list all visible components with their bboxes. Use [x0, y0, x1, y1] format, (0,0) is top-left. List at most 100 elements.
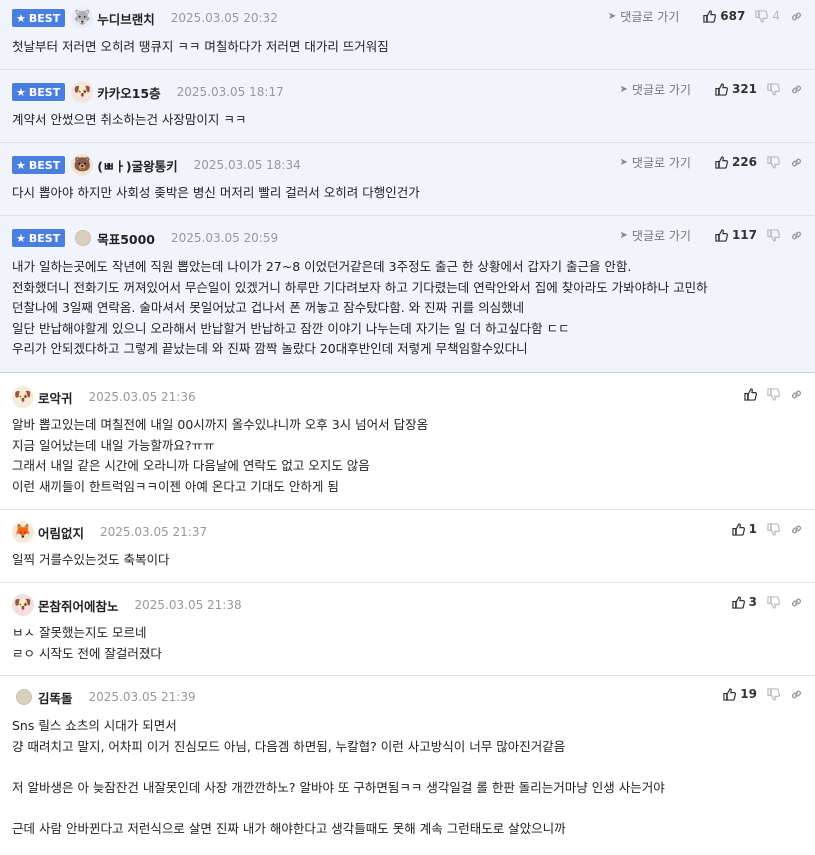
dislike-button[interactable]: 4	[755, 9, 780, 23]
send-arrow-icon: ➤	[607, 10, 617, 22]
comment-date: 2025.03.05 18:17	[176, 85, 284, 99]
comment-date: 2025.03.05 18:34	[193, 158, 301, 172]
author-nick[interactable]: 카카오15층	[97, 83, 160, 102]
like-button[interactable]: 687	[703, 9, 745, 23]
link-icon	[791, 85, 802, 93]
comment-item: 김똑돌 2025.03.05 21:39 19 Sns 릴스 쇼츠의 시대가 되…	[0, 676, 815, 855]
like-button[interactable]: 321	[715, 82, 757, 96]
comment-body: 일찍 거를수있는것도 축복이다	[12, 552, 170, 567]
comment-item: 🐶 로악귀 2025.03.05 21:36 알바 뽑고있는데 며칠전에 내일 …	[0, 373, 815, 510]
thumbs-down-icon	[755, 9, 769, 23]
comment-body: Sns 릴스 쇼츠의 시대가 되면서 걍 때려치고 말지, 어차피 이거 진심모…	[12, 718, 665, 836]
share-link-button[interactable]	[790, 156, 803, 169]
goto-reply-link[interactable]: ➤ 댓글로 가기	[608, 8, 679, 25]
share-link-button[interactable]	[790, 523, 803, 536]
thumbs-down-icon	[767, 387, 780, 401]
star-icon: ★	[16, 158, 26, 172]
best-badge: ★ BEST	[12, 156, 66, 174]
author-nick[interactable]: 목표5000	[97, 229, 155, 248]
send-arrow-icon: ➤	[619, 83, 628, 95]
dislike-button[interactable]	[767, 687, 780, 701]
like-button[interactable]	[744, 387, 757, 401]
comment-date: 2025.03.05 21:38	[134, 598, 242, 612]
share-link-button[interactable]	[790, 10, 803, 23]
like-button[interactable]: 226	[715, 155, 757, 169]
thumbs-down-icon	[767, 228, 780, 242]
share-link-button[interactable]	[790, 388, 803, 401]
link-icon	[791, 231, 802, 239]
link-icon	[791, 158, 802, 166]
goto-reply-link[interactable]: ➤ 댓글로 가기	[620, 227, 691, 244]
star-icon: ★	[16, 85, 26, 99]
thumbs-up-icon	[703, 9, 717, 23]
comment-item: ★ BEST 🐻 (ㅃㅏ)굴왕통키 2025.03.05 18:34 ➤ 댓글로 가…	[0, 143, 815, 216]
thumbs-up-icon	[715, 228, 728, 242]
best-badge: ★ BEST	[12, 83, 66, 101]
avatar[interactable]: 🐻	[71, 154, 94, 176]
comment-body: ㅂㅅ 잘못했는지도 모르네 ㄹㅇ 시작도 전에 잘걸러졌다	[12, 625, 162, 661]
thumbs-up-icon	[731, 595, 745, 609]
thumbs-up-icon	[723, 687, 737, 701]
comment-body: 계약서 안썼으면 취소하는건 사장맘이지 ㅋㅋ	[12, 112, 247, 127]
avatar[interactable]	[75, 230, 92, 246]
comment-date: 2025.03.05 21:36	[88, 390, 196, 404]
like-button[interactable]: 19	[723, 687, 757, 701]
share-link-button[interactable]	[790, 596, 803, 609]
thumbs-up-icon	[744, 387, 757, 401]
send-arrow-icon: ➤	[619, 229, 628, 241]
thumbs-down-icon	[767, 595, 780, 609]
like-button[interactable]: 117	[715, 228, 757, 242]
dislike-button[interactable]	[767, 595, 780, 609]
dislike-button[interactable]	[767, 387, 780, 401]
dislike-button[interactable]	[767, 228, 780, 242]
best-badge: ★ BEST	[12, 9, 66, 27]
link-icon	[791, 390, 802, 398]
author-nick[interactable]: 누디브랜치	[97, 9, 155, 28]
comment-item: 🐶 몬참쥐어에참노 2025.03.05 21:38 3 ㅂㅅ 잘못했는지도 모…	[0, 583, 815, 676]
link-icon	[791, 12, 802, 20]
comment-item: ★ BEST 🐶 카카오15층 2025.03.05 18:17 ➤ 댓글로 가기 …	[0, 70, 815, 143]
avatar[interactable]	[16, 689, 32, 705]
comment-item: ★ BEST 목표5000 2025.03.05 20:59 ➤ 댓글로 가기 11…	[0, 216, 815, 373]
comment-body: 알바 뽑고있는데 며칠전에 내일 00시까지 올수있냐니까 오후 3시 넘어서 …	[12, 417, 429, 494]
avatar[interactable]: 🐶	[12, 594, 34, 616]
avatar[interactable]: 🐺	[71, 7, 94, 29]
avatar[interactable]: 🦊	[12, 521, 34, 543]
like-button[interactable]: 3	[731, 595, 757, 609]
author-nick[interactable]: 김똑돌	[38, 688, 73, 707]
thumbs-up-icon	[731, 522, 745, 536]
thumbs-up-icon	[715, 82, 728, 96]
star-icon: ★	[16, 231, 26, 245]
share-link-button[interactable]	[790, 83, 803, 96]
comment-date: 2025.03.05 21:37	[100, 525, 208, 539]
thumbs-down-icon	[767, 82, 780, 96]
thumbs-down-icon	[767, 155, 780, 169]
dislike-button[interactable]	[767, 155, 780, 169]
avatar[interactable]: 🐶	[71, 81, 94, 103]
comment-body: 첫날부터 저러면 오히려 땡큐지 ㅋㅋ 며칠하다가 저러면 대가리 뜨거워짐	[12, 39, 389, 54]
author-nick[interactable]: 어림없지	[38, 523, 84, 542]
dislike-button[interactable]	[767, 82, 780, 96]
author-nick[interactable]: 몬참쥐어에참노	[38, 596, 119, 615]
comment-body: 내가 일하는곳에도 작년에 직원 뽑았는데 나이가 27~8 이었던거같은데 3…	[12, 259, 708, 356]
author-nick[interactable]: 로악귀	[38, 388, 73, 407]
comment-item: 🦊 어림없지 2025.03.05 21:37 1 일찍 거를수있는것도 축복이…	[0, 510, 815, 583]
share-link-button[interactable]	[790, 688, 803, 701]
link-icon	[791, 598, 802, 606]
comment-date: 2025.03.05 20:32	[170, 11, 278, 25]
avatar[interactable]: 🐶	[12, 386, 34, 408]
star-icon: ★	[16, 11, 26, 25]
share-link-button[interactable]	[790, 229, 803, 242]
comment-body: 다시 뽑아야 하지만 사회성 좆박은 병신 머저리 빨리 걸러서 오히려 다행인…	[12, 185, 420, 200]
like-button[interactable]: 1	[731, 522, 757, 536]
thumbs-down-icon	[767, 687, 780, 701]
comment-date: 2025.03.05 20:59	[171, 231, 279, 245]
goto-reply-link[interactable]: ➤ 댓글로 가기	[620, 154, 691, 171]
author-nick[interactable]: (ㅃㅏ)굴왕통키	[97, 156, 177, 175]
send-arrow-icon: ➤	[619, 156, 628, 168]
goto-reply-link[interactable]: ➤ 댓글로 가기	[620, 81, 691, 98]
thumbs-down-icon	[767, 522, 780, 536]
dislike-button[interactable]	[767, 522, 780, 536]
comment-date: 2025.03.05 21:39	[88, 690, 196, 704]
link-icon	[791, 525, 802, 533]
